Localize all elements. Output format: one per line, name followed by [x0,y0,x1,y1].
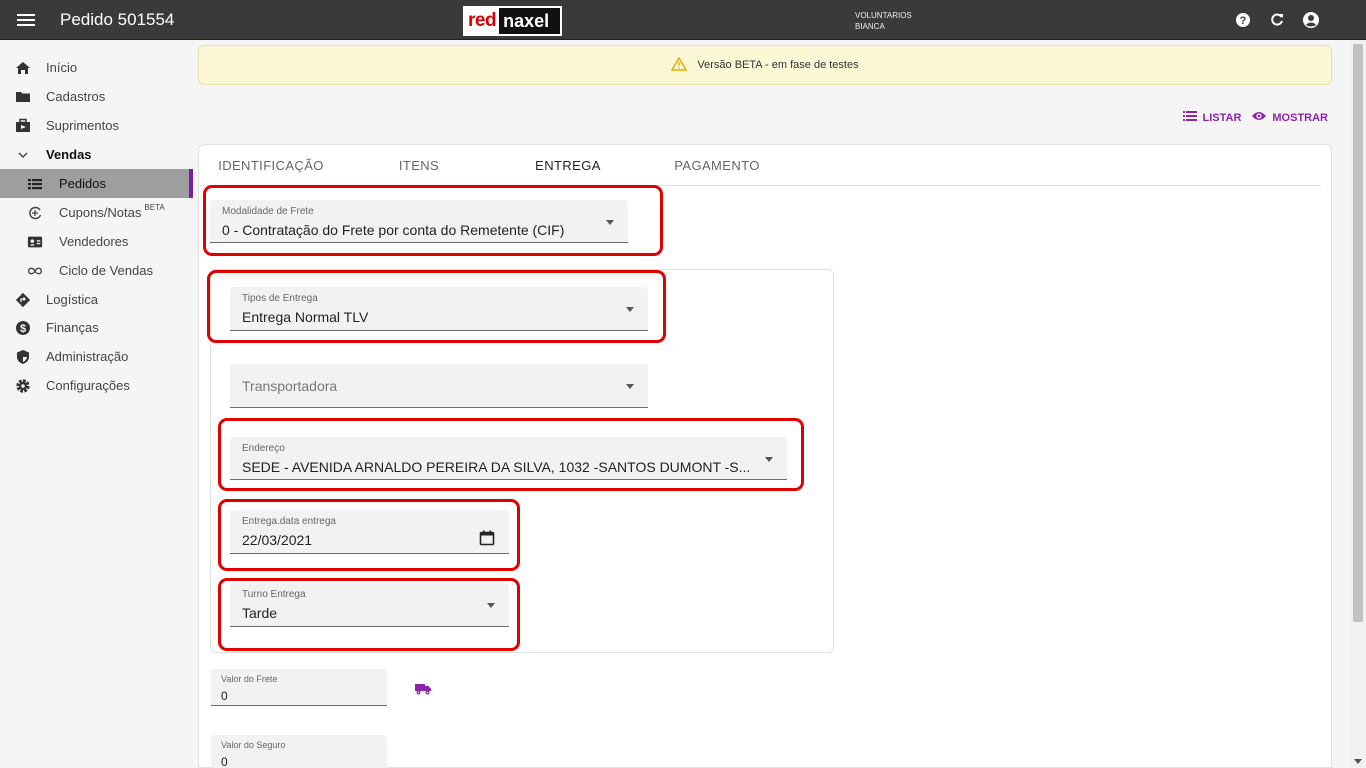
dropdown-arrow-icon [487,603,495,608]
sidebar: Início Cadastros Suprimentos Vendas Pedi… [0,41,193,768]
contact-card-icon [27,234,43,250]
scrollbar-thumb[interactable] [1353,44,1363,622]
data-entrega-input[interactable]: Entrega.data entrega 22/03/2021 [230,510,509,554]
beta-banner-text: Versão BETA - em fase de testes [697,59,859,71]
sidebar-item-pedidos[interactable]: Pedidos [0,169,193,198]
endereco-value: SEDE - AVENIDA ARNALDO PEREIRA DA SILVA,… [242,459,751,475]
logo-red-text: red [465,8,500,34]
turno-entrega-label: Turno Entrega [242,589,306,600]
dollar-icon: $ [15,320,31,336]
mostrar-label: MOSTRAR [1272,111,1328,124]
chevron-down-icon [15,147,31,163]
sidebar-item-ciclo-de-vendas[interactable]: Ciclo de Vendas [0,256,193,285]
sidebar-item-label: Configurações [46,378,130,393]
data-entrega-value: 22/03/2021 [242,532,313,548]
sidebar-item-vendedores[interactable]: Vendedores [0,227,193,256]
account-icon[interactable] [1302,11,1320,29]
supply-icon [15,118,31,134]
sidebar-item-label: Ciclo de Vendas [59,263,153,278]
sidebar-item-label: Suprimentos [46,118,119,133]
tipos-entrega-select[interactable]: Tipos de Entrega Entrega Normal TLV [230,287,648,331]
turno-entrega-select[interactable]: Turno Entrega Tarde [230,583,509,627]
turno-entrega-value: Tarde [242,605,278,621]
home-icon [15,60,31,76]
sidebar-item-financas[interactable]: $ Finanças [0,313,193,342]
sidebar-item-configuracoes[interactable]: Configurações [0,371,193,400]
app-bar: Pedido 501554 red naxel VOLUNTARIOS BIAN… [0,0,1366,40]
valor-frete-input[interactable]: Valor do Frete 0 [211,669,387,706]
tipos-entrega-label: Tipos de Entrega [242,293,318,304]
tab-identificacao[interactable]: IDENTIFICAÇÃO [199,145,343,186]
warning-icon [671,56,688,74]
gear-icon [15,378,31,394]
list-icon [1183,110,1198,125]
eye-icon [1251,110,1267,125]
valor-frete-label: Valor do Frete [221,674,278,684]
sidebar-item-vendas[interactable]: Vendas [0,140,193,169]
sidebar-item-label: Administração [46,349,129,364]
user-info: VOLUNTARIOS BIANCA [855,10,912,32]
tipos-entrega-value: Entrega Normal TLV [242,309,369,325]
beta-banner: Versão BETA - em fase de testes [198,45,1332,85]
transportadora-select[interactable]: Transportadora [230,364,648,408]
user-org: VOLUNTARIOS [855,11,912,20]
truck-icon[interactable] [415,682,431,700]
sidebar-item-inicio[interactable]: Início [0,53,193,82]
tab-pagamento[interactable]: PAGAMENTO [667,145,767,186]
dropdown-arrow-icon [606,220,614,225]
sidebar-item-label: Logística [46,292,99,307]
sidebar-item-label: Pedidos [59,176,106,191]
sidebar-item-logistica[interactable]: Logística [0,285,193,314]
dropdown-arrow-icon [626,307,634,312]
page-title: Pedido 501554 [60,10,175,29]
dropdown-arrow-icon [626,384,634,389]
modalidade-frete-value: 0 - Contratação do Frete por conta do Re… [222,222,565,238]
menu-icon[interactable] [17,11,35,29]
infinity-icon [27,263,43,279]
svg-text:?: ? [1240,15,1247,27]
data-entrega-label: Entrega.data entrega [242,516,336,527]
sidebar-item-label: Cupons/Notas [59,205,142,220]
tab-itens[interactable]: ITENS [369,145,469,186]
list-icon [27,176,43,192]
calendar-icon[interactable] [479,530,495,551]
rednaxel-logo[interactable]: red naxel [463,6,562,36]
dropdown-arrow-icon [765,457,773,462]
valor-frete-value: 0 [221,689,228,703]
mostrar-link[interactable]: MOSTRAR [1251,110,1328,125]
sidebar-item-cupons-notas[interactable]: Cupons/Notas BETA [0,198,193,227]
beta-badge: BETA [144,203,165,212]
svg-text:$: $ [20,323,26,335]
sidebar-item-label: Cadastros [46,89,106,104]
modalidade-frete-label: Modalidade de Frete [222,206,314,217]
help-icon[interactable]: ? [1234,11,1252,29]
sidebar-item-label: Vendedores [59,234,129,249]
sidebar-item-label: Vendas [46,147,92,162]
logo-naxel-text: naxel [503,11,550,31]
tab-entrega[interactable]: ENTREGA [494,145,642,187]
listar-link[interactable]: LISTAR [1183,110,1241,125]
modalidade-frete-select[interactable]: Modalidade de Frete 0 - Contratação do F… [210,200,628,243]
endereco-select[interactable]: Endereço SEDE - AVENIDA ARNALDO PEREIRA … [230,437,787,480]
receipt-icon [27,205,43,221]
valor-seguro-value: 0 [221,755,228,768]
shield-icon [15,349,31,365]
folder-icon [15,89,31,105]
transportadora-placeholder: Transportadora [242,378,338,394]
scroll-down-arrow-icon[interactable] [1354,759,1362,764]
refresh-icon[interactable] [1268,11,1286,29]
sidebar-item-cadastros[interactable]: Cadastros [0,82,193,111]
page-scrollbar[interactable] [1350,40,1366,768]
user-name: BIANCA [855,22,885,31]
listar-label: LISTAR [1202,111,1242,124]
endereco-label: Endereço [242,443,285,454]
sidebar-item-suprimentos[interactable]: Suprimentos [0,111,193,140]
valor-seguro-input[interactable]: Valor do Seguro 0 [211,735,387,768]
directions-icon [15,292,31,308]
sidebar-item-administracao[interactable]: Administração [0,342,193,371]
valor-seguro-label: Valor do Seguro [221,740,286,750]
sidebar-item-label: Início [46,60,78,75]
tab-bar: IDENTIFICAÇÃO ITENS ENTREGA PAGAMENTO [199,145,1321,187]
sidebar-item-label: Finanças [46,320,99,335]
